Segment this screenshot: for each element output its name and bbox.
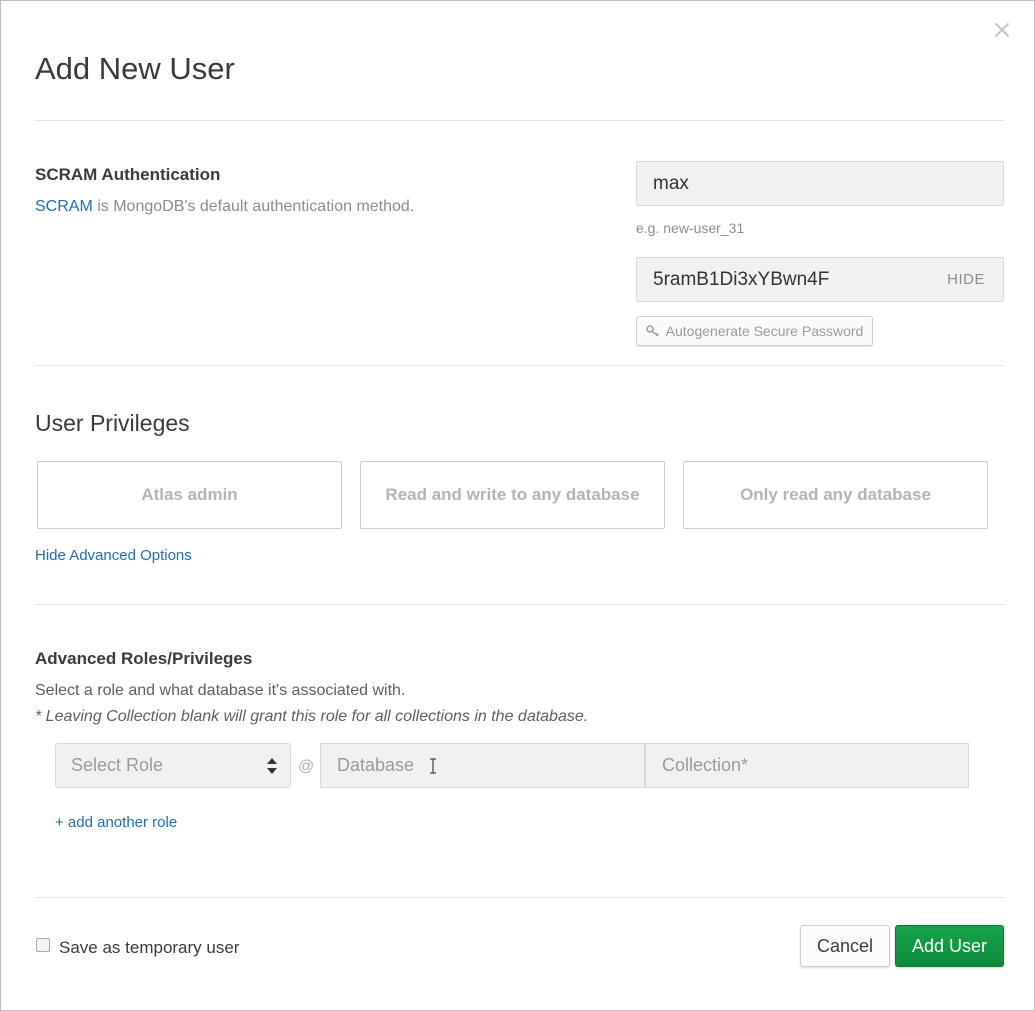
scram-link[interactable]: SCRAM <box>35 198 93 215</box>
advanced-roles-description: Select a role and what database it's ass… <box>35 682 406 699</box>
collection-input[interactable]: Collection* <box>645 743 969 788</box>
autogenerate-password-button[interactable]: Autogenerate Secure Password <box>636 316 873 346</box>
text-cursor-icon <box>430 757 437 774</box>
privilege-option-label: Atlas admin <box>141 485 238 504</box>
privilege-option-read-only[interactable]: Only read any database <box>683 461 988 529</box>
sort-arrows-icon <box>267 758 277 774</box>
divider <box>35 897 1004 898</box>
key-icon <box>645 325 659 337</box>
privilege-option-label: Read and write to any database <box>385 485 640 504</box>
temporary-user-checkbox[interactable] <box>36 938 50 952</box>
username-input[interactable]: max <box>636 161 1004 206</box>
add-user-dialog: × Add New User SCRAM Authentication SCRA… <box>0 0 1035 1011</box>
scram-description: SCRAM is MongoDB's default authenticatio… <box>35 198 414 216</box>
divider <box>35 120 1004 121</box>
privilege-option-read-write[interactable]: Read and write to any database <box>360 461 665 529</box>
collection-placeholder: Collection* <box>662 755 749 775</box>
temporary-user-label: Save as temporary user <box>59 938 240 957</box>
database-placeholder: Database <box>337 755 415 775</box>
password-input[interactable]: 5ramB1Di3xYBwn4F HIDE <box>636 257 1004 302</box>
add-another-role-link[interactable]: + add another role <box>55 814 177 831</box>
autogenerate-label: Autogenerate Secure Password <box>665 323 864 339</box>
dialog-title: Add New User <box>35 51 235 86</box>
close-icon[interactable]: × <box>991 17 1013 43</box>
username-hint: e.g. new-user_31 <box>636 220 745 236</box>
add-user-label: Add User <box>911 935 988 956</box>
cancel-button[interactable]: Cancel <box>800 925 890 967</box>
username-value: max <box>653 172 689 194</box>
hide-password-button[interactable]: HIDE <box>947 258 985 301</box>
divider <box>35 604 1004 605</box>
privilege-option-label: Only read any database <box>740 485 931 504</box>
password-value: 5ramB1Di3xYBwn4F <box>653 268 830 290</box>
divider <box>35 365 1004 366</box>
advanced-roles-note: * Leaving Collection blank will grant th… <box>35 708 589 725</box>
scram-heading: SCRAM Authentication <box>35 165 221 184</box>
privilege-option-atlas-admin[interactable]: Atlas admin <box>37 461 342 529</box>
scram-description-text: is MongoDB's default authentication meth… <box>92 198 415 215</box>
advanced-roles-heading: Advanced Roles/Privileges <box>35 649 253 668</box>
user-privileges-heading: User Privileges <box>35 410 190 436</box>
cancel-label: Cancel <box>816 935 874 956</box>
role-select[interactable]: Select Role <box>55 743 291 788</box>
add-user-button[interactable]: Add User <box>895 925 1004 967</box>
at-symbol: @ <box>298 758 315 775</box>
database-input[interactable]: Database <box>320 743 645 788</box>
role-select-value: Select Role <box>71 755 164 775</box>
hide-advanced-options-link[interactable]: Hide Advanced Options <box>35 547 192 564</box>
